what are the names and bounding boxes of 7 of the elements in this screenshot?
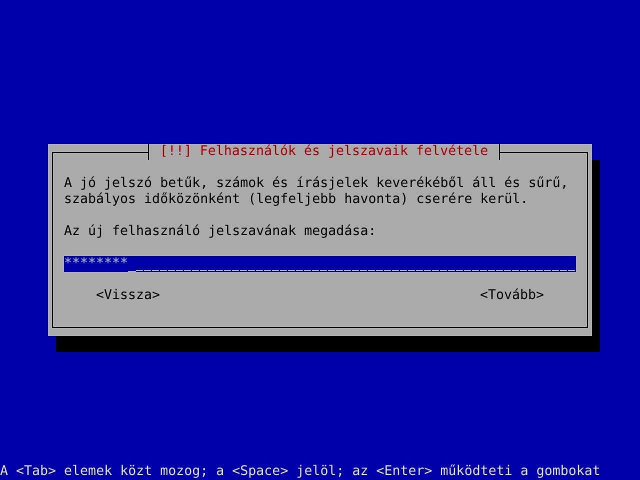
dialog-button[interactable]: <Vissza> bbox=[96, 288, 160, 304]
message-text: A jó jelszó betűk, számok és írásjelek keverékéből áll és sűrű, szabályos időközönként (legfeljebb havonta) cserére kerül. bbox=[64, 176, 570, 208]
help-line: A <Tab> elemek közt mozog; a <Space> jelöl; az <Enter> működteti a gombokat bbox=[0, 464, 602, 480]
password-field[interactable]: ******** bbox=[64, 256, 576, 272]
dialog-title: [!!] Felhasználók és jelszavaik felvétele bbox=[148, 144, 500, 160]
dialog-button[interactable]: <Tovább> bbox=[480, 288, 544, 304]
prompt-label: Az új felhasználó jelszavának megadása: bbox=[64, 224, 378, 240]
